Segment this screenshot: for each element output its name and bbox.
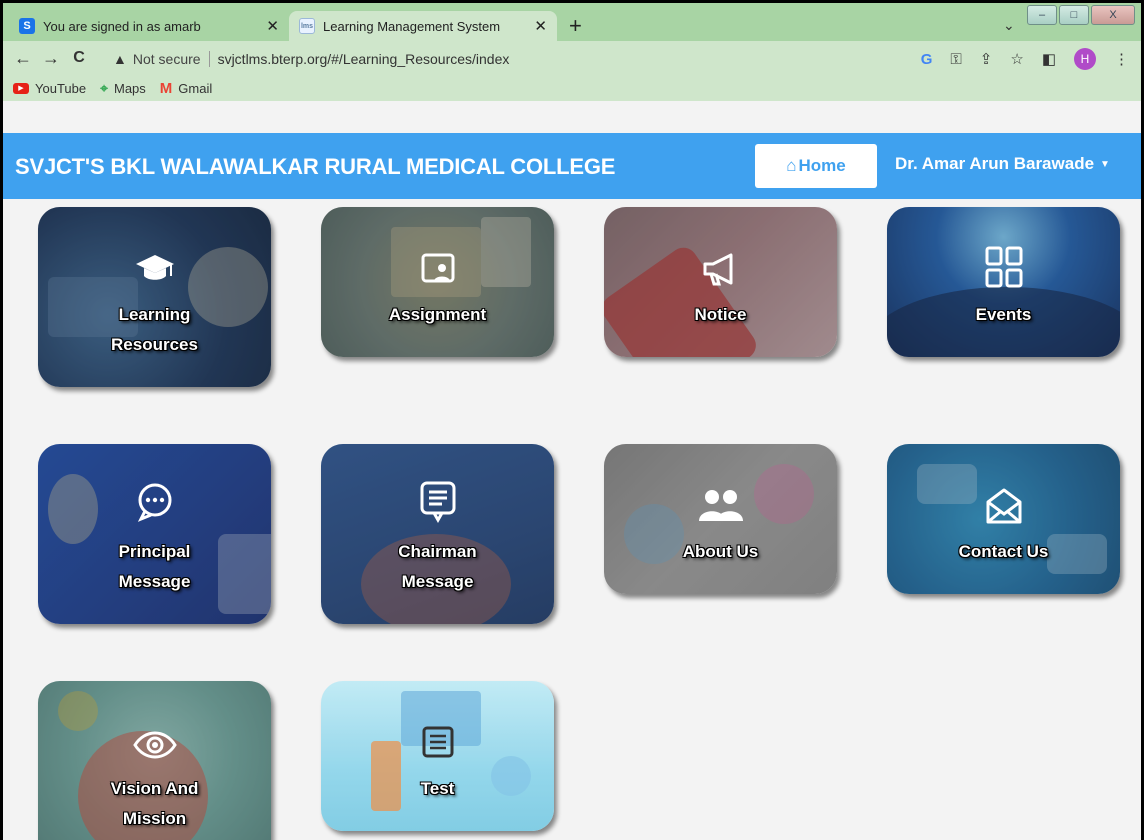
home-icon: ⌂ xyxy=(786,156,797,175)
browser-window: S You are signed in as amarb ✕ lms Learn… xyxy=(3,3,1141,840)
tile-label: About Us xyxy=(682,542,759,561)
tile-label: Vision And xyxy=(110,779,199,798)
megaphone-icon xyxy=(604,251,837,287)
tile-label: Contact Us xyxy=(958,542,1049,561)
gmail-icon: M xyxy=(159,79,173,97)
youtube-icon: ▶ xyxy=(13,82,29,94)
tile-label: Learning xyxy=(118,305,191,324)
caret-down-icon: ▼ xyxy=(1100,159,1110,171)
tile-test[interactable]: Test xyxy=(321,681,554,831)
profile-avatar[interactable]: H xyxy=(1074,48,1096,70)
bookmark-label: YouTube xyxy=(35,80,87,96)
home-button[interactable]: ⌂ Home xyxy=(755,144,877,188)
envelope-icon xyxy=(887,486,1120,526)
chat-bubble-icon xyxy=(38,482,271,522)
app-header: SVJCT'S BKL WALAWALKAR RURAL MEDICAL COL… xyxy=(3,133,1141,199)
users-icon xyxy=(604,488,837,522)
bookmark-gmail[interactable]: M Gmail xyxy=(160,80,212,97)
tab-title: Learning Management System xyxy=(323,18,501,34)
home-label: Home xyxy=(798,156,846,175)
url-text[interactable]: svjctlms.bterp.org/#/Learning_Resources/… xyxy=(218,51,510,67)
grid-icon xyxy=(887,245,1120,289)
assignment-icon xyxy=(321,251,554,287)
tile-principal-message[interactable]: Principal Message xyxy=(38,444,271,624)
security-label: Not secure xyxy=(132,51,201,67)
tile-about-us[interactable]: About Us xyxy=(604,444,837,594)
star-icon[interactable]: ☆ xyxy=(1010,50,1023,68)
tile-label: Mission xyxy=(122,809,187,828)
tab-title: You are signed in as amarb xyxy=(43,18,201,34)
tab-favicon-icon: lms xyxy=(299,18,315,34)
tile-vision-and-mission[interactable]: Vision And Mission xyxy=(38,681,271,840)
tile-overlay xyxy=(321,444,554,624)
tile-label: Notice xyxy=(694,305,747,324)
bookmark-label: Maps xyxy=(113,80,146,96)
google-icon[interactable]: G xyxy=(921,51,933,68)
bookmark-youtube[interactable]: ▶ YouTube xyxy=(13,81,86,96)
maximize-button[interactable]: □ xyxy=(1059,5,1089,25)
tile-label: Test xyxy=(420,779,455,798)
tile-events[interactable]: Events xyxy=(887,207,1120,357)
college-title: SVJCT'S BKL WALAWALKAR RURAL MEDICAL COL… xyxy=(15,154,616,179)
tile-label: Message xyxy=(118,572,191,591)
close-icon[interactable]: ✕ xyxy=(266,17,279,35)
tile-label: Principal xyxy=(118,542,191,561)
sidepanel-icon[interactable]: ◧ xyxy=(1042,50,1056,68)
key-icon[interactable]: ⚿ xyxy=(950,51,961,68)
warning-icon[interactable]: ▲ xyxy=(113,51,127,67)
bookmark-label: Gmail xyxy=(178,80,213,96)
tile-label: Resources xyxy=(111,335,198,354)
new-tab-button[interactable]: + xyxy=(569,15,582,37)
forward-button[interactable]: → xyxy=(37,48,65,69)
toolbar-icons: G ⚿ ⇪ ☆ ◧ H ⋮ xyxy=(921,48,1129,70)
tile-notice[interactable]: Notice xyxy=(604,207,837,357)
user-menu[interactable]: Dr. Amar Arun Barawade ▼ xyxy=(895,154,1110,174)
tile-label: Assignment xyxy=(388,305,487,324)
user-name: Dr. Amar Arun Barawade xyxy=(895,154,1095,173)
test-icon xyxy=(321,725,554,759)
tile-label: Events xyxy=(975,305,1032,324)
tile-overlay xyxy=(38,444,271,624)
tile-label: Message xyxy=(401,572,474,591)
divider xyxy=(208,51,210,67)
address-bar[interactable]: ▲ Not secure svjctlms.bterp.org/#/Learni… xyxy=(113,47,543,71)
close-icon[interactable]: ✕ xyxy=(534,17,547,35)
bookmarks-bar: ▶ YouTube ⌖ Maps M Gmail xyxy=(3,75,1141,101)
message-icon xyxy=(321,480,554,524)
window-controls: – □ X xyxy=(1027,5,1135,25)
tab-favicon-icon: S xyxy=(19,18,35,34)
maps-icon: ⌖ xyxy=(100,79,108,96)
tile-learning-resources[interactable]: Learning Resources xyxy=(38,207,271,387)
eye-icon xyxy=(38,731,271,759)
tile-assignment[interactable]: Assignment xyxy=(321,207,554,357)
close-window-button[interactable]: X xyxy=(1091,5,1135,25)
tab-lms[interactable]: lms Learning Management System ✕ xyxy=(289,11,557,41)
minimize-button[interactable]: – xyxy=(1027,5,1057,25)
tab-signed-in[interactable]: S You are signed in as amarb ✕ xyxy=(9,11,289,41)
tile-overlay xyxy=(38,207,271,387)
share-icon[interactable]: ⇪ xyxy=(980,50,993,68)
back-button[interactable]: ← xyxy=(9,48,37,69)
graduation-cap-icon xyxy=(38,253,271,287)
more-menu-icon[interactable]: ⋮ xyxy=(1114,50,1129,68)
reload-button[interactable]: C xyxy=(65,49,93,67)
tab-strip: S You are signed in as amarb ✕ lms Learn… xyxy=(3,3,1141,41)
tile-chairman-message[interactable]: Chairman Message xyxy=(321,444,554,624)
chevron-down-icon[interactable]: ⌄ xyxy=(1003,17,1015,34)
tile-contact-us[interactable]: Contact Us xyxy=(887,444,1120,594)
dashboard-tiles: Learning Resources Assignment Notice Eve… xyxy=(3,199,1141,840)
bookmark-maps[interactable]: ⌖ Maps xyxy=(100,80,146,97)
browser-toolbar: ← → C ▲ Not secure svjctlms.bterp.org/#/… xyxy=(3,41,1141,75)
tile-label: Chairman xyxy=(398,542,477,561)
